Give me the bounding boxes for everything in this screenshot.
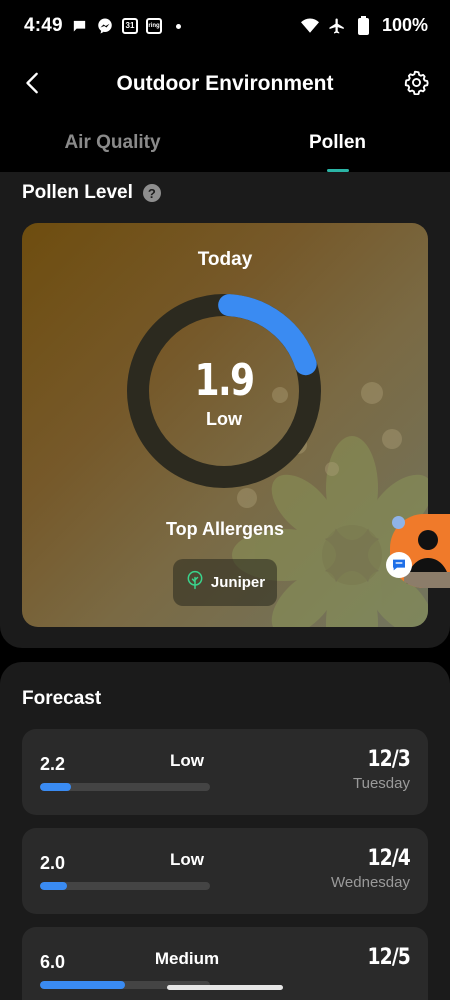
forecast-value: 6.0	[40, 952, 66, 972]
pollen-level-label: Low	[206, 409, 242, 429]
chat-bubble-icon	[70, 17, 88, 35]
forecast-value: 2.2	[40, 754, 66, 774]
status-time: 4:49	[24, 15, 63, 36]
tab-air-quality[interactable]: Air Quality	[0, 122, 225, 172]
forecast-level: Medium	[154, 949, 220, 968]
battery-percent: 100%	[381, 15, 428, 35]
forecast-bar	[40, 882, 210, 890]
status-bar: 4:49 31 ring 100%	[0, 0, 450, 54]
calendar-icon: 31	[122, 18, 138, 34]
messenger-icon	[96, 17, 114, 35]
more-notifications-dot	[176, 23, 181, 29]
system-icons: 100%	[300, 15, 428, 36]
forecast-bar	[40, 783, 210, 791]
allergen-chip-juniper[interactable]: Juniper	[173, 559, 277, 606]
forecast-date: 12/3	[367, 747, 411, 772]
tab-pollen[interactable]: Pollen	[225, 122, 450, 172]
gear-icon	[404, 70, 429, 100]
tab-bar: Air Quality Pollen	[0, 122, 450, 172]
notification-icons: 31 ring	[70, 17, 181, 35]
allergen-name: Juniper	[210, 574, 266, 591]
help-icon[interactable]: ?	[142, 184, 161, 202]
ring-icon: ring	[146, 18, 162, 34]
section-title: Pollen Level	[22, 182, 133, 203]
forecast-bar-fill	[40, 783, 71, 791]
battery-icon	[355, 16, 373, 35]
messages-badge-icon	[386, 552, 412, 578]
pollen-level-header: Pollen Level ?	[22, 182, 161, 204]
forecast-level: Low	[170, 751, 204, 770]
forecast-date: 12/4	[367, 846, 411, 871]
pollen-today-card: Today 1.9 Low Top Allergens Juniper	[22, 223, 428, 627]
top-allergens-title: Top Allergens	[165, 519, 284, 539]
wifi-icon	[300, 17, 319, 35]
page-title: Outdoor Environment	[116, 72, 334, 95]
forecast-date: 12/5	[367, 945, 411, 970]
chat-dot	[392, 516, 405, 529]
forecast-card[interactable]: 2.2 Low 12/3 Tuesday	[22, 729, 428, 815]
today-label: Today	[197, 249, 253, 270]
forecast-day: Tuesday	[353, 775, 410, 792]
forecast-bar-fill	[40, 882, 68, 890]
tree-icon	[185, 570, 205, 595]
forecast-day: Wednesday	[331, 874, 410, 891]
forecast-title: Forecast	[22, 688, 102, 709]
app-header: Outdoor Environment	[0, 60, 450, 110]
pollen-value: 1.9	[194, 355, 255, 406]
airplane-icon	[328, 17, 346, 35]
forecast-value: 2.0	[40, 853, 66, 873]
floating-chat-head[interactable]	[386, 514, 450, 592]
forecast-bar-fill	[40, 981, 125, 989]
forecast-section: Forecast 2.2 Low 12/3 Tuesday 2.0 Low 12…	[0, 662, 450, 1000]
forecast-level: Low	[170, 850, 204, 869]
pollen-level-section: Pollen Level ? Today 1.9 Low Top Allerge…	[0, 172, 450, 648]
home-indicator[interactable]	[167, 985, 283, 990]
forecast-card[interactable]: 2.0 Low 12/4 Wednesday	[22, 828, 428, 914]
settings-button[interactable]	[402, 70, 430, 100]
